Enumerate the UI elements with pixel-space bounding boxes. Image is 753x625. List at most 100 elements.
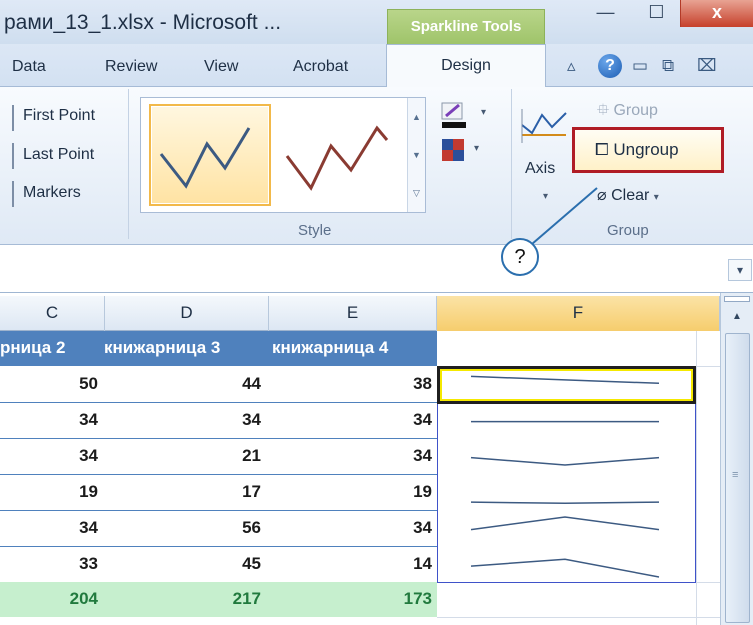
column-header-d[interactable]: D (105, 296, 269, 331)
table-row: 19 17 19 (0, 475, 437, 511)
table-row: 34 34 34 (0, 403, 437, 439)
table-cell[interactable]: 33 (0, 554, 98, 574)
table-row: 50 44 38 (0, 367, 437, 403)
group-group-label: Group (607, 222, 649, 239)
style-line-icon-brown (285, 125, 389, 191)
ribbon-tabs: Data Review View Acrobat Design ▵ ? ▭ ⧉ … (0, 44, 753, 88)
table-row: 33 45 14 (0, 547, 437, 583)
tab-data[interactable]: Data (12, 58, 46, 76)
table-cell[interactable]: 50 (0, 374, 98, 394)
style-gallery[interactable]: ▲ ▼ ▽ (140, 97, 426, 213)
sparkline-style-2[interactable] (283, 104, 405, 206)
chevron-down-icon[interactable]: ▾ (543, 191, 548, 202)
first-point-label[interactable]: First Point (23, 107, 95, 125)
tab-view[interactable]: View (204, 58, 238, 76)
table-cell[interactable]: 14 (269, 554, 432, 574)
column-header-c[interactable]: C (0, 296, 105, 331)
total-row: 204 217 173 (0, 582, 437, 617)
first-point-checkbox[interactable] (12, 105, 18, 131)
group-separator (511, 89, 512, 239)
table-row: 34 21 34 (0, 439, 437, 475)
eraser-icon: ⌀ (597, 187, 607, 204)
table-cell[interactable]: 17 (105, 482, 261, 502)
title-bar: рами_13_1.xlsx - Microsoft ... Sparkline… (0, 0, 753, 44)
gallery-up-icon[interactable]: ▲ (408, 98, 425, 136)
table-cell[interactable]: 34 (0, 518, 98, 538)
restore-minimize-icon[interactable]: ▭ (632, 56, 648, 76)
table-cell[interactable]: 34 (269, 410, 432, 430)
table-cell[interactable]: 38 (269, 374, 432, 394)
total-cell[interactable]: 217 (105, 589, 261, 609)
formula-bar[interactable]: ▾ (0, 246, 753, 293)
marker-color-button[interactable] (440, 137, 474, 168)
table-cell[interactable]: 34 (0, 446, 98, 466)
header-cell[interactable]: рница 2 (0, 338, 65, 358)
table-cell[interactable]: 19 (269, 482, 432, 502)
table-cell[interactable]: 34 (0, 410, 98, 430)
close-button[interactable]: x (680, 0, 753, 27)
chevron-down-icon: ▾ (653, 192, 659, 203)
gallery-more-icon[interactable]: ▽ (408, 174, 425, 212)
markers-label[interactable]: Markers (23, 184, 81, 202)
help-icon[interactable]: ? (598, 54, 622, 78)
gridline (437, 617, 720, 618)
group-separator (128, 89, 129, 239)
tab-acrobat[interactable]: Acrobat (293, 58, 348, 76)
table-cell[interactable]: 44 (105, 374, 261, 394)
clear-button[interactable]: ⌀ Clear ▾ (597, 185, 659, 205)
column-header-f[interactable]: F (437, 296, 720, 331)
expand-formula-bar-icon[interactable]: ▾ (728, 259, 752, 281)
table-cell[interactable]: 19 (0, 482, 98, 502)
chevron-down-icon[interactable]: ▾ (474, 143, 479, 154)
active-cell (437, 366, 696, 404)
restore-window-icon[interactable]: ⧉ (662, 56, 674, 76)
scroll-up-icon[interactable]: ▲ (721, 311, 753, 322)
tab-review[interactable]: Review (105, 58, 157, 76)
sparkline-color-button[interactable] (440, 101, 474, 136)
column-headers: C D E F (0, 296, 720, 331)
total-cell[interactable]: 204 (0, 589, 98, 609)
table-cell[interactable]: 34 (269, 446, 432, 466)
ungroup-label: Ungroup (613, 140, 679, 159)
gridline (696, 331, 697, 625)
vertical-scrollbar[interactable]: ▲ ≡ (720, 293, 753, 625)
table-row: 34 56 34 (0, 511, 437, 547)
total-cell[interactable]: 173 (269, 589, 432, 609)
header-cell[interactable]: книжарница 4 (272, 338, 388, 358)
header-cell[interactable]: книжарница 3 (104, 338, 220, 358)
sparkline-tools-context-label: Sparkline Tools (387, 9, 545, 44)
last-point-checkbox[interactable] (12, 143, 18, 169)
ungroup-button[interactable]: ⧠ Ungroup (572, 127, 724, 173)
column-header-e[interactable]: E (269, 296, 437, 331)
marker-color-icon (442, 139, 464, 161)
maximize-button[interactable]: ☐ (634, 0, 679, 27)
tab-design[interactable]: Design (386, 44, 546, 88)
group-button: ⯐ Group (597, 102, 658, 119)
close-workbook-icon[interactable]: ⌧ (697, 56, 717, 76)
sparkline-style-selected[interactable] (149, 104, 271, 206)
table-cell[interactable]: 34 (269, 518, 432, 538)
minimize-button[interactable]: — (578, 0, 633, 27)
minimize-ribbon-icon[interactable]: ▵ (567, 56, 576, 76)
ungroup-icon: ⧠ (595, 140, 609, 159)
markers-checkbox[interactable] (12, 181, 18, 207)
excel-window: рами_13_1.xlsx - Microsoft ... Sparkline… (0, 0, 753, 625)
style-line-icon (159, 127, 251, 189)
callout-marker: ? (501, 238, 539, 276)
worksheet-grid[interactable]: рница 2 книжарница 3 книжарница 4 50 44 … (0, 331, 720, 625)
table-header-row: рница 2 книжарница 3 книжарница 4 (0, 331, 437, 366)
scroll-thumb[interactable]: ≡ (725, 333, 750, 623)
table-cell[interactable]: 45 (105, 554, 261, 574)
gallery-scroll[interactable]: ▲ ▼ ▽ (407, 98, 425, 212)
gallery-down-icon[interactable]: ▼ (408, 136, 425, 174)
table-cell[interactable]: 21 (105, 446, 261, 466)
table-cell[interactable]: 34 (105, 410, 261, 430)
style-group-label: Style (298, 222, 332, 239)
chevron-down-icon[interactable]: ▾ (481, 107, 486, 118)
last-point-label[interactable]: Last Point (23, 146, 94, 164)
axis-button[interactable]: Axis (525, 160, 555, 178)
pencil-color-icon (441, 102, 466, 128)
split-box[interactable] (724, 296, 750, 302)
table-cell[interactable]: 56 (105, 518, 261, 538)
axis-icon[interactable] (520, 103, 568, 152)
